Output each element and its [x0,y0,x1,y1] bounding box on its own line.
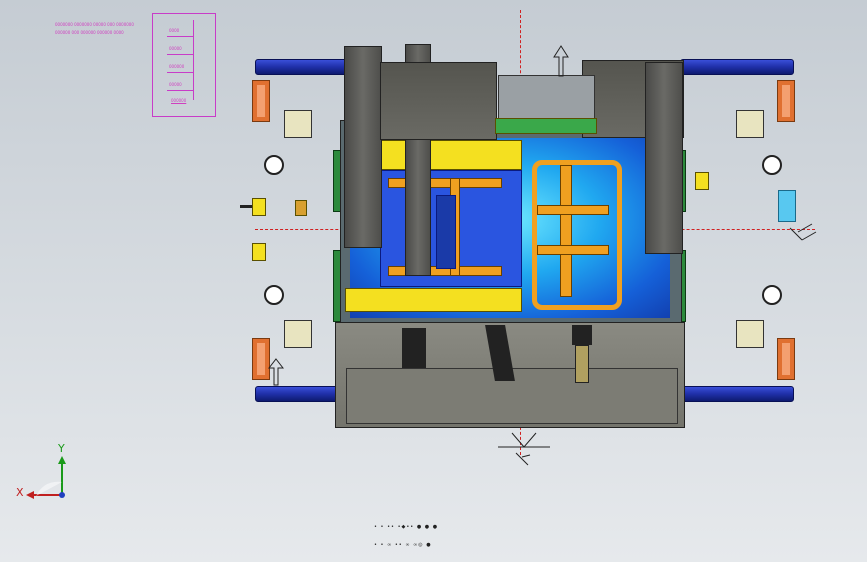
cavity-cross-rail-1 [537,205,609,215]
right-bottom-guide-pin[interactable] [762,285,782,305]
left-bottom-lock-block[interactable] [284,320,312,348]
left-bottom-guide-pin[interactable] [264,285,284,305]
right-bottom-lock-block[interactable] [736,320,764,348]
bottom-lifter-1[interactable] [402,328,426,368]
left-up-arrow-icon [268,358,284,386]
right-top-guide-pin[interactable] [762,155,782,175]
right-top-lock-block[interactable] [736,110,764,138]
axis-triad-icon[interactable] [14,440,74,510]
left-ejector-column [436,195,456,269]
left-top-lock-block[interactable] [284,110,312,138]
right-gray-slide[interactable] [645,62,683,254]
right-surface-finish-icon [789,223,817,241]
left-top-cylinder[interactable] [255,59,347,75]
status-row-1: • • •• •◆•• ● ● ● [374,524,439,530]
left-clamp-upper[interactable] [252,198,266,216]
left-gray-slide[interactable] [344,46,382,248]
cad-viewport[interactable] [0,0,867,562]
top-green-bar [495,118,597,134]
cavity-cross-rail-2 [537,245,609,255]
lower-yellow-slide-plate[interactable] [345,288,522,312]
status-row-2: • • ∞ •• ∞ ∞◎ ● [374,542,432,548]
direction-arrow-icon [553,45,569,77]
left-top-cylinder-pad [252,80,270,122]
axis-x-label: X [16,486,24,499]
top-center-assembly[interactable] [498,75,595,122]
right-bottom-cylinder-pad [777,338,795,380]
right-clamp[interactable] [695,172,709,190]
surface-finish-icon [498,432,550,466]
right-top-cylinder-pad [777,80,795,122]
left-top-guide-pin[interactable] [264,155,284,175]
axis-y-label: Y [58,442,65,455]
right-top-cylinder[interactable] [680,59,794,75]
left-slide-head[interactable] [380,62,497,140]
left-adjuster [295,200,307,216]
left-clamp-lower[interactable] [252,243,266,261]
right-cavity-frame[interactable] [532,160,622,310]
bottom-lifter-3-rod [575,345,589,383]
left-bottom-cylinder[interactable] [255,386,347,402]
cavity-center-rail [560,165,572,297]
left-clamp-stem [240,205,252,208]
bottom-lifter-3[interactable] [572,325,592,345]
right-bottom-cylinder[interactable] [680,386,794,402]
